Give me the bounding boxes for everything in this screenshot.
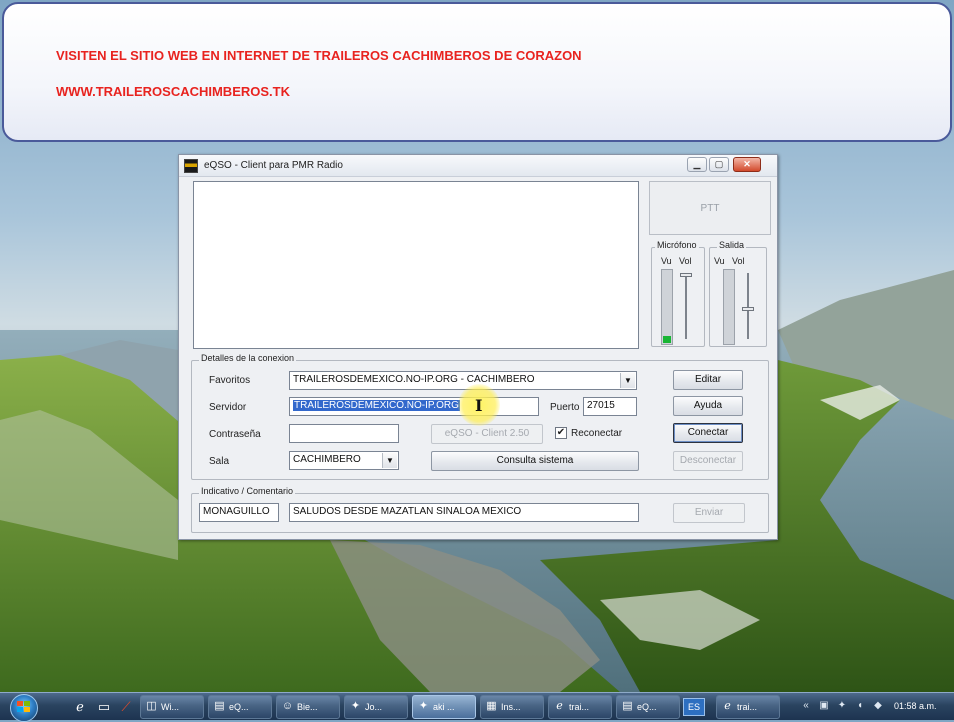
window-title: eQSO - Client para PMR Radio <box>204 160 343 171</box>
callsign-input[interactable]: MONAGUILLO <box>199 503 279 522</box>
security-icon[interactable]: ◆ <box>872 700 884 712</box>
chevron-down-icon[interactable]: ▼ <box>382 453 397 468</box>
out-volume-track <box>747 273 749 339</box>
promo-banner: VISITEN EL SITIO WEB EN INTERNET DE TRAI… <box>2 2 952 142</box>
player-quicklaunch-icon[interactable]: ⟋ <box>118 699 134 715</box>
out-vu-meter <box>723 269 735 345</box>
window-titlebar[interactable]: eQSO - Client para PMR Radio ▁ ▢ ✕ <box>179 155 777 177</box>
servidor-input[interactable]: TRAILEROSDEMEXICO.NO-IP.ORG <box>289 397 539 416</box>
taskbar-item[interactable]: ▦ Ins... <box>480 695 544 719</box>
taskbar-item[interactable]: ✦ Jo... <box>344 695 408 719</box>
taskbar-item[interactable]: ▤ eQ... <box>208 695 272 719</box>
taskbar-item[interactable]: ℯ trai... <box>716 695 780 719</box>
favoritos-label: Favoritos <box>209 375 251 386</box>
out-vol-label: Vol <box>732 256 745 266</box>
taskbar-item[interactable]: ☺ Bie... <box>276 695 340 719</box>
desktop-quicklaunch-icon[interactable]: ▭ <box>96 699 112 715</box>
taskbar: ℯ ▭ ⟋ ◫ Wi... ▤ eQ... ☺ Bie... ✦ Jo... ✦ aki … <box>0 692 954 722</box>
document-icon: ▦ <box>486 700 497 712</box>
maximize-button[interactable]: ▢ <box>709 157 729 172</box>
mic-volume-slider[interactable] <box>680 273 692 277</box>
messenger-tray-icon[interactable]: ✦ <box>836 700 848 712</box>
chevron-down-icon[interactable]: ▼ <box>620 373 635 388</box>
desconectar-button[interactable]: Desconectar <box>673 451 743 471</box>
messenger-icon: ✦ <box>418 700 429 712</box>
messenger-icon: ✦ <box>350 700 361 712</box>
password-label: Contraseña <box>209 429 261 440</box>
chat-icon: ☺ <box>281 700 294 712</box>
mic-vu-meter <box>661 269 673 345</box>
sala-label: Sala <box>209 456 230 467</box>
eqso-icon: ▤ <box>214 700 225 712</box>
consulta-sistema-button[interactable]: Consulta sistema <box>431 451 639 471</box>
eqso-icon: ▤ <box>622 700 633 712</box>
explorer-icon: ◫ <box>146 700 157 712</box>
favoritos-value: TRAILEROSDEMEXICO.NO-IP.ORG - CACHIMBERO <box>293 374 535 385</box>
tray-arrow-icon[interactable]: « <box>800 700 812 712</box>
taskbar-item[interactable]: ✦ aki ... <box>412 695 476 719</box>
enviar-button[interactable]: Enviar <box>673 503 745 523</box>
microphone-group-label: Micrófono <box>655 240 699 250</box>
browser-icon: ℯ <box>724 700 731 712</box>
ie-quicklaunch-icon[interactable]: ℯ <box>72 699 88 715</box>
banner-headline: VISITEN EL SITIO WEB EN INTERNET DE TRAI… <box>56 48 582 63</box>
password-input[interactable] <box>289 424 399 443</box>
connection-group-label: Detalles de la conexion <box>199 353 297 363</box>
sala-value: CACHIMBERO <box>293 454 361 465</box>
ptt-button[interactable]: PTT <box>649 181 771 235</box>
mic-vu-fill <box>663 335 671 343</box>
comment-value: SALUDOS DESDE MAZATLAN SINALOA MEXICO <box>293 506 522 517</box>
callsign-group-label: Indicativo / Comentario <box>199 486 296 496</box>
comment-input[interactable]: SALUDOS DESDE MAZATLAN SINALOA MEXICO <box>289 503 639 522</box>
puerto-input[interactable]: 27015 <box>583 397 637 416</box>
minimize-button[interactable]: ▁ <box>687 157 707 172</box>
eqso-window: eQSO - Client para PMR Radio ▁ ▢ ✕ PTT M… <box>178 154 778 540</box>
reconectar-label: Reconectar <box>571 428 623 439</box>
taskbar-item[interactable]: ▤ eQ... <box>616 695 680 719</box>
reconectar-checkbox[interactable]: ✔ <box>555 427 567 439</box>
network-icon[interactable]: ▣ <box>818 700 830 712</box>
clock[interactable]: 01:58 a.m. <box>894 701 937 711</box>
message-log[interactable] <box>193 181 639 349</box>
sala-dropdown[interactable]: CACHIMBERO ▼ <box>289 451 399 470</box>
puerto-label: Puerto <box>550 402 580 413</box>
editar-button[interactable]: Editar <box>673 370 743 390</box>
out-volume-slider[interactable] <box>742 307 754 311</box>
volume-icon[interactable]: ◖ <box>854 700 866 712</box>
servidor-label: Servidor <box>209 402 247 413</box>
puerto-value: 27015 <box>587 400 615 411</box>
windows-logo-icon <box>17 701 31 713</box>
output-group-label: Salida <box>717 240 747 250</box>
out-vu-label: Vu <box>714 256 725 266</box>
taskbar-item[interactable]: ℯ trai... <box>548 695 612 719</box>
language-indicator[interactable]: ES <box>683 698 705 716</box>
callsign-value: MONAGUILLO <box>203 506 270 517</box>
mic-volume-track <box>685 273 687 339</box>
close-button[interactable]: ✕ <box>733 157 761 172</box>
favoritos-dropdown[interactable]: TRAILEROSDEMEXICO.NO-IP.ORG - CACHIMBERO… <box>289 371 637 390</box>
browser-icon: ℯ <box>556 700 563 712</box>
microphone-group <box>651 247 705 347</box>
banner-url: WWW.TRAILEROSCACHIMBEROS.TK <box>56 84 290 99</box>
conectar-button[interactable]: Conectar <box>673 423 743 443</box>
mic-vol-label: Vol <box>679 256 692 266</box>
taskbar-item[interactable]: ◫ Wi... <box>140 695 204 719</box>
eqso-app-icon <box>184 159 198 173</box>
version-button[interactable]: eQSO - Client 2.50 <box>431 424 543 444</box>
ayuda-button[interactable]: Ayuda <box>673 396 743 416</box>
servidor-value: TRAILEROSDEMEXICO.NO-IP.ORG <box>293 400 460 411</box>
mic-vu-label: Vu <box>661 256 672 266</box>
